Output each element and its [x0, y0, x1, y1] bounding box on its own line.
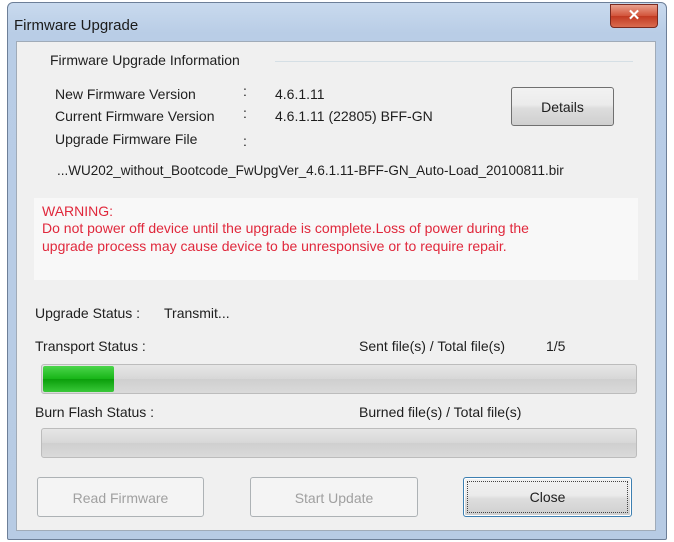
- transport-progress-bar: [41, 364, 637, 394]
- transport-status-label: Transport Status :: [35, 338, 146, 354]
- title-bar[interactable]: Firmware Upgrade ✕: [8, 3, 666, 41]
- current-version-colon: :: [243, 105, 247, 121]
- warning-heading: WARNING:: [42, 203, 114, 219]
- upgrade-status-value: Transmit...: [164, 305, 230, 321]
- new-version-label: New Firmware Version: [55, 86, 196, 102]
- details-button[interactable]: Details: [511, 87, 614, 126]
- transport-counter-label: Sent file(s) / Total file(s): [359, 338, 506, 354]
- burn-flash-status-label: Burn Flash Status :: [35, 404, 155, 420]
- close-icon: ✕: [627, 7, 641, 24]
- window-title: Firmware Upgrade: [14, 17, 139, 34]
- read-firmware-button[interactable]: Read Firmware: [37, 477, 204, 517]
- warning-text-line1: Do not power off device until the upgrad…: [42, 220, 529, 236]
- upgrade-file-path: ...WU202_without_Bootcode_FwUpgVer_4.6.1…: [57, 163, 564, 178]
- warning-text-line2: upgrade process may cause device to be u…: [42, 238, 507, 254]
- upgrade-file-label: Upgrade Firmware File: [55, 131, 198, 147]
- upgrade-status-label: Upgrade Status :: [35, 305, 141, 321]
- window-close-button[interactable]: ✕: [610, 4, 658, 28]
- transport-counter-value: 1/5: [546, 338, 566, 354]
- focus-rectangle: [467, 481, 628, 513]
- dialog-body: Firmware Upgrade Information New Firmwar…: [16, 41, 656, 531]
- burn-progress-bar: [41, 428, 637, 458]
- burn-counter-label: Burned file(s) / Total file(s): [359, 404, 522, 420]
- group-divider: [275, 61, 633, 62]
- transport-progress-fill: [43, 366, 115, 392]
- current-version-value: 4.6.1.11 (22805) BFF-GN: [275, 108, 433, 124]
- new-version-value: 4.6.1.11: [275, 86, 325, 102]
- upgrade-file-colon: :: [243, 133, 247, 149]
- current-version-label: Current Firmware Version: [55, 108, 215, 124]
- info-group-title: Firmware Upgrade Information: [50, 52, 240, 68]
- firmware-upgrade-window: Firmware Upgrade ✕ Firmware Upgrade Info…: [7, 2, 667, 540]
- start-update-button[interactable]: Start Update: [250, 477, 418, 517]
- new-version-colon: :: [243, 83, 247, 99]
- close-button[interactable]: Close: [463, 477, 632, 517]
